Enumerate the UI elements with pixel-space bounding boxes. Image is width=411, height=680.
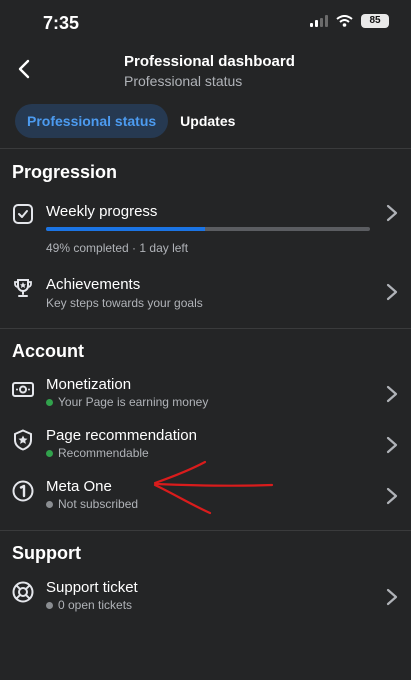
- page-subtitle: Professional status: [124, 73, 243, 89]
- status-dot: [46, 398, 53, 406]
- achievements-subtitle: Key steps towards your goals: [46, 296, 203, 310]
- signal-icon: [310, 15, 328, 27]
- weekly-progress-fill: [46, 227, 205, 231]
- weekly-progress-title: Weekly progress: [46, 203, 158, 220]
- status-bar: 7:35 85: [0, 0, 411, 46]
- chevron-right-icon: [386, 588, 398, 606]
- shield-star-icon: [14, 429, 32, 451]
- support-ticket-title: Support ticket: [46, 579, 138, 596]
- meta-one-title: Meta One: [46, 478, 112, 495]
- weekly-progress-caption: 49% completed · 1 day left: [46, 241, 189, 255]
- achievements-row[interactable]: Achievements Key steps towards your goal…: [0, 272, 411, 318]
- chevron-right-icon: [386, 283, 398, 301]
- annotation-arrow: [153, 460, 274, 515]
- meta-one-icon: [12, 480, 34, 502]
- lifebuoy-icon: [12, 581, 34, 603]
- divider: [0, 328, 411, 329]
- tab-bar: Professional status Updates: [15, 104, 247, 138]
- header: Professional dashboard Professional stat…: [0, 46, 411, 96]
- support-ticket-status: 0 open tickets: [46, 598, 132, 612]
- meta-one-status: Not subscribed: [46, 497, 138, 511]
- checklist-icon: [13, 204, 33, 224]
- chevron-right-icon: [386, 385, 398, 403]
- support-ticket-row[interactable]: Support ticket 0 open tickets: [0, 576, 411, 618]
- chevron-right-icon: [386, 436, 398, 454]
- meta-one-status-text: Not subscribed: [58, 497, 139, 511]
- status-dot: [46, 449, 53, 457]
- monetization-row[interactable]: Monetization Your Page is earning money: [0, 373, 411, 415]
- trophy-icon: [14, 279, 32, 297]
- section-title-progression: Progression: [12, 162, 118, 182]
- chevron-right-icon: [386, 204, 398, 222]
- status-dot: [46, 500, 53, 508]
- divider: [0, 530, 411, 531]
- page-recommendation-status-text: Recommendable: [58, 446, 149, 460]
- page-title: Professional dashboard: [124, 53, 295, 70]
- monetization-status-text: Your Page is earning money: [58, 395, 209, 409]
- achievements-title: Achievements: [46, 276, 141, 293]
- monetization-title: Monetization: [46, 376, 132, 393]
- battery-indicator: 85: [361, 14, 389, 28]
- divider: [0, 148, 411, 149]
- tab-professional-status[interactable]: Professional status: [15, 104, 169, 138]
- page-recommendation-title: Page recommendation: [46, 427, 197, 444]
- section-title-account: Account: [12, 341, 84, 361]
- support-ticket-status-text: 0 open tickets: [58, 598, 133, 612]
- money-icon: [12, 382, 34, 397]
- status-time: 7:35: [43, 13, 80, 33]
- back-button[interactable]: [12, 54, 36, 84]
- weekly-progress-bar: [46, 227, 370, 231]
- wifi-icon: [336, 15, 353, 27]
- monetization-status: Your Page is earning money: [46, 395, 208, 409]
- chevron-right-icon: [386, 487, 398, 505]
- status-icons: 85: [310, 14, 389, 28]
- status-dot: [46, 601, 53, 609]
- page-recommendation-status: Recommendable: [46, 446, 149, 460]
- tab-updates[interactable]: Updates: [168, 104, 247, 138]
- chevron-left-icon: [18, 59, 30, 79]
- section-title-support: Support: [12, 543, 81, 563]
